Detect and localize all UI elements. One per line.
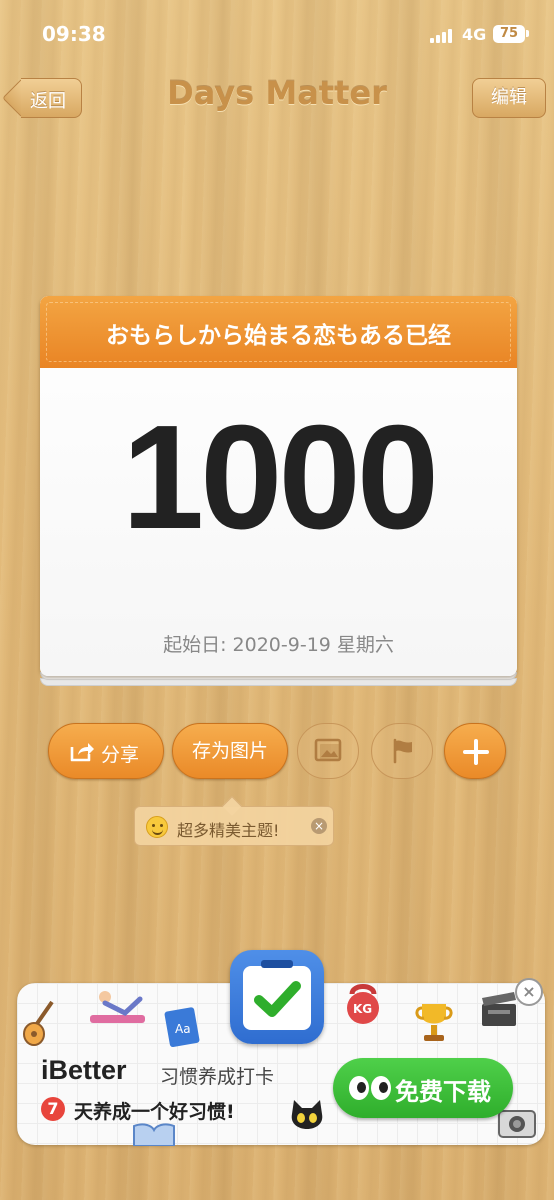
ad-tagline: 习惯养成打卡 [160, 1066, 275, 1088]
download-button[interactable]: 免费下载 [333, 1058, 513, 1118]
ad-description: 天养成一个好习惯! [74, 1101, 235, 1123]
share-button[interactable]: 分享 [48, 723, 164, 779]
ad-close-icon[interactable]: × [515, 978, 543, 1006]
card-header: おもらしから始まる恋もある已经 [40, 296, 517, 368]
download-label: 免费下载 [395, 1078, 491, 1106]
svg-text:KG: KG [353, 1002, 372, 1016]
status-time: 09:38 [42, 22, 106, 46]
battery-icon: 75 [493, 25, 525, 43]
plus-icon [463, 739, 489, 765]
signal-icon [430, 27, 456, 43]
share-icon [70, 743, 94, 762]
ukulele-icon [23, 1000, 54, 1046]
themes-tooltip[interactable]: 超多精美主题! × [134, 796, 334, 846]
eyes-icon [349, 1076, 393, 1100]
edit-button[interactable]: 编辑 [472, 78, 546, 118]
book-icon: Aa [164, 1007, 200, 1048]
yoga-icon [90, 991, 145, 1023]
start-date: 起始日: 2020-9-19 星期六 [163, 634, 394, 656]
status-bar: 09:38 4G 75 [0, 0, 554, 70]
ad-days-badge: 7 [41, 1097, 65, 1121]
svg-text:Aa: Aa [175, 1022, 191, 1036]
ibetter-app-icon[interactable] [230, 950, 324, 1044]
day-card: おもらしから始まる恋もある已经 1000 起始日: 2020-9-19 星期六 [40, 296, 517, 688]
ad-app-name: iBetter [41, 1055, 127, 1085]
kettlebell-icon: KG [347, 984, 379, 1024]
save-image-button[interactable]: 存为图片 [172, 723, 288, 779]
network-type: 4G [462, 25, 487, 44]
share-label: 分享 [101, 744, 140, 766]
close-icon[interactable]: × [311, 818, 327, 834]
trophy-icon [415, 1004, 453, 1041]
image-icon [314, 738, 342, 762]
page-title: Days Matter [167, 74, 387, 112]
checkmark-icon [254, 981, 301, 1017]
smile-icon [146, 816, 168, 838]
tooltip-text: 超多精美主题! [177, 821, 280, 840]
day-count: 1000 [121, 395, 439, 560]
theme-image-button[interactable] [297, 723, 359, 779]
event-title: おもらしから始まる恋もある已经 [106, 323, 451, 349]
battery-tip [526, 30, 529, 37]
open-book-icon [133, 1123, 175, 1146]
flag-button[interactable] [371, 723, 433, 779]
add-button[interactable] [444, 723, 506, 779]
flag-icon [393, 738, 412, 764]
cat-icon [291, 1100, 323, 1129]
